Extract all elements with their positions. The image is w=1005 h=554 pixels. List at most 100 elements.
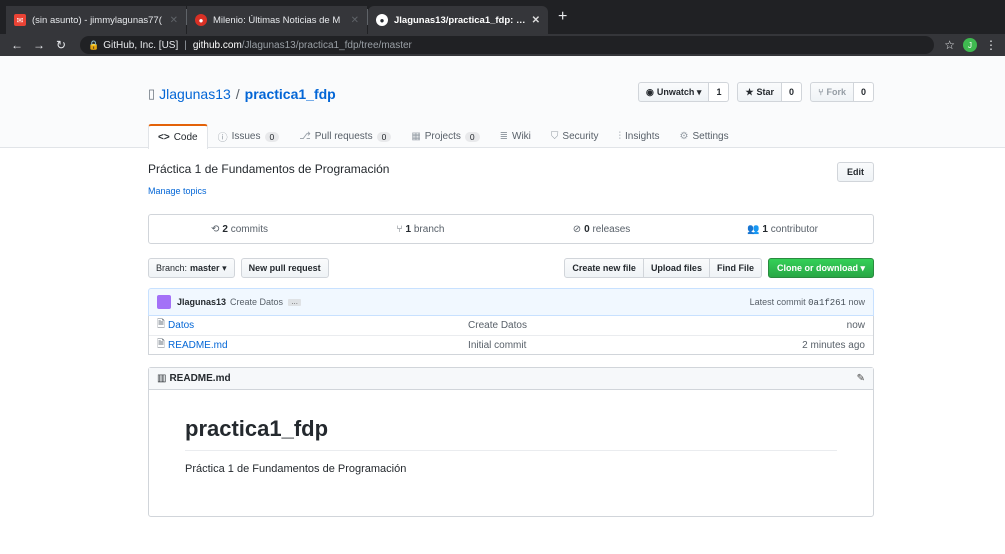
manage-topics-link[interactable]: Manage topics (148, 186, 874, 196)
tab-security[interactable]: ⛉ Security (541, 124, 609, 148)
unwatch-button[interactable]: ◉ Unwatch ▾ (638, 82, 710, 102)
repo-owner-link[interactable]: Jlagunas13 (159, 86, 231, 102)
tab-label: Wiki (512, 131, 531, 142)
file-navigation: Branch: master ▾ New pull request Create … (148, 258, 874, 278)
browser-tab-gmail[interactable]: ✉ (sin asunto) - jimmylagunas77( ✕ (6, 6, 186, 34)
star-count[interactable]: 0 (782, 82, 803, 102)
tab-wiki[interactable]: ≣ Wiki (490, 124, 541, 148)
star-button[interactable]: ★ Star (737, 82, 783, 102)
branch-prefix: Branch: (156, 263, 188, 273)
pencil-icon[interactable]: ✎ (857, 373, 865, 384)
history-icon: ⟲ (211, 223, 220, 235)
star-label: Star (756, 87, 775, 97)
releases-link[interactable]: ⊘ 0 releases (511, 224, 692, 235)
close-tab-icon[interactable]: ✕ (170, 15, 178, 26)
clone-download-button[interactable]: Clone or download ▾ (767, 258, 874, 278)
latest-commit-label: Latest commit (749, 296, 806, 307)
commits-link[interactable]: ⟲ 2 commits (149, 224, 330, 235)
contributors-link[interactable]: 👥 1 contributor (692, 224, 873, 235)
commit-message[interactable]: Create Datos (230, 297, 283, 307)
branch-link[interactable]: ⑂ 1 branch (330, 224, 511, 235)
bookmark-star-icon[interactable]: ☆ (944, 38, 955, 52)
tab-insights[interactable]: ⫶ Insights (609, 124, 670, 148)
path-divider: / (235, 86, 240, 102)
repo-actions: ◉ Unwatch ▾ 1 ★ Star 0 ⑂ Fork 0 (638, 82, 874, 102)
branch-count: 1 (405, 223, 412, 235)
gmail-icon: ✉ (14, 14, 26, 26)
file-name-link[interactable]: Datos (168, 320, 468, 331)
edit-button[interactable]: Edit (837, 162, 874, 182)
forward-arrow-icon[interactable]: → (30, 38, 48, 52)
profile-avatar[interactable]: J (963, 38, 977, 52)
browser-menu-icon[interactable]: ⋮ (985, 38, 997, 52)
table-row: 🗎 Datos Create Datos now (149, 316, 873, 335)
tab-settings[interactable]: ⚙ Settings (670, 124, 739, 148)
commits-count: 2 (222, 223, 228, 235)
readme-body: practica1_fdp Práctica 1 de Fundamentos … (149, 390, 873, 501)
readme-heading: practica1_fdp (185, 416, 837, 451)
fork-icon: ⑂ (818, 87, 824, 97)
branch-select-button[interactable]: Branch: master ▾ (148, 258, 235, 278)
unwatch-label: Unwatch (656, 87, 695, 97)
new-tab-button[interactable]: + (548, 8, 577, 26)
tab-issues[interactable]: ⓘ Issues 0 (208, 124, 290, 148)
gear-icon: ⚙ (679, 131, 689, 142)
file-commit-message[interactable]: Initial commit (468, 340, 526, 351)
repo-nav: <> Code ⓘ Issues 0 ⎇ Pull requests 0 ▦ Project… (148, 124, 739, 149)
lock-icon: 🔒 (88, 39, 100, 50)
branch-icon: ⑂ (396, 223, 403, 235)
close-tab-icon[interactable]: ✕ (532, 15, 540, 26)
expand-commit-button[interactable]: … (288, 298, 302, 306)
repo-header: ▯ Jlagunas13 / practica1_fdp ◉ Unwatch ▾ … (0, 56, 1005, 149)
fork-count[interactable]: 0 (853, 82, 874, 102)
graph-icon: ⫶ (618, 131, 622, 142)
tab-title: Jlagunas13/practica1_fdp: Prác (394, 14, 528, 26)
tab-label: Insights (625, 131, 660, 142)
back-arrow-icon[interactable]: ← (8, 38, 26, 52)
tab-title: (sin asunto) - jimmylagunas77( (32, 14, 162, 26)
repo-description-row: Práctica 1 de Fundamentos de Programació… (148, 162, 874, 202)
readme-header: ▥ README.md ✎ (149, 368, 873, 390)
repo-name-link[interactable]: practica1_fdp (245, 86, 336, 102)
tab-code[interactable]: <> Code (148, 124, 208, 149)
people-icon: 👥 (746, 223, 760, 235)
repo-title: ▯ Jlagunas13 / practica1_fdp ◉ Unwatch ▾ … (148, 82, 874, 106)
browser-tab-milenio[interactable]: ● Milenio: Últimas Noticias de M ✕ (187, 6, 367, 34)
watch-count[interactable]: 1 (709, 82, 730, 102)
cert-org: GitHub, Inc. [US] (103, 39, 179, 51)
tab-label: Projects (424, 131, 461, 142)
tab-pull-requests[interactable]: ⎇ Pull requests 0 (289, 124, 401, 148)
pr-counter: 0 (376, 131, 392, 142)
browser-tab-github[interactable]: ● Jlagunas13/practica1_fdp: Prác ✕ (368, 6, 548, 34)
file-age: 2 minutes ago (802, 339, 865, 351)
create-new-file-button[interactable]: Create new file (564, 258, 644, 278)
commit-author[interactable]: Jlagunas13 (177, 297, 226, 307)
file-commit-message[interactable]: Create Datos (468, 320, 527, 331)
readme-filename: README.md (169, 373, 231, 384)
find-file-button[interactable]: Find File (709, 258, 762, 278)
tab-label: Security (562, 131, 599, 142)
commits-label: commits (230, 223, 268, 235)
address-divider: | (184, 39, 187, 51)
branch-value: master (190, 263, 220, 273)
tab-label: Issues (231, 131, 261, 142)
new-pull-request-button[interactable]: New pull request (240, 258, 329, 278)
numbers-summary: ⟲ 2 commits ⑂ 1 branch ⊘ 0 releases 👥 1 cont… (148, 214, 874, 244)
eye-icon: ◉ (646, 86, 654, 97)
tab-projects[interactable]: ▦ Projects 0 (401, 124, 489, 148)
reload-icon[interactable]: ↻ (52, 38, 70, 52)
latest-commit-info: Latest commit 0a1f261 now (750, 297, 865, 308)
releases-label: releases (592, 223, 631, 235)
close-tab-icon[interactable]: ✕ (351, 15, 359, 26)
user-avatar[interactable] (157, 295, 171, 309)
fork-label: Fork (826, 87, 846, 97)
address-path: /Jlagunas13/practica1_fdp/tree/master (241, 39, 412, 51)
file-name-link[interactable]: README.md (168, 340, 468, 351)
fork-button[interactable]: ⑂ Fork (810, 82, 854, 102)
file-icon: 🗎 (157, 319, 166, 330)
releases-count: 0 (584, 223, 590, 235)
address-bar[interactable]: 🔒 GitHub, Inc. [US] | github.com /Jlagun… (80, 36, 935, 54)
upload-files-button[interactable]: Upload files (643, 258, 710, 278)
issues-counter: 0 (264, 131, 280, 142)
commit-sha[interactable]: 0a1f261 (808, 298, 846, 308)
